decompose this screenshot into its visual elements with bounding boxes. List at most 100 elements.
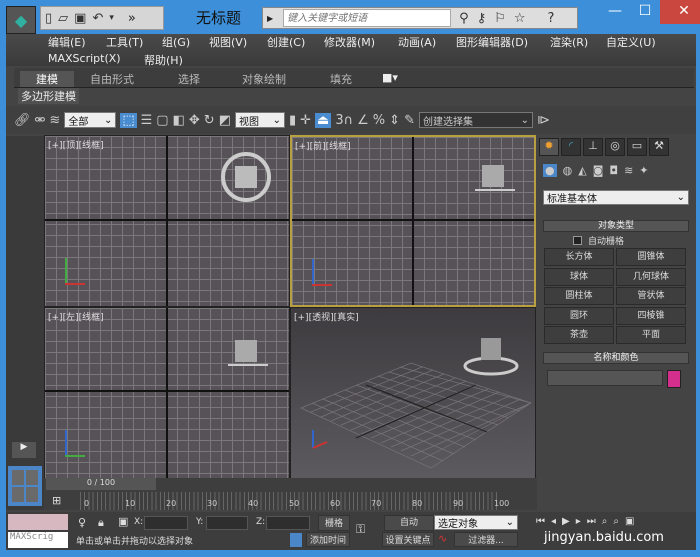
percent-snap-icon[interactable]: % bbox=[373, 113, 385, 128]
edit-named-selection-icon[interactable]: ✎ bbox=[404, 113, 415, 128]
polygon-modeling-panel[interactable]: 多边形建模 bbox=[18, 88, 79, 104]
name-and-color-rollout[interactable]: 名称和颜色 bbox=[543, 352, 689, 364]
z-coordinate-input[interactable] bbox=[266, 516, 310, 530]
absolute-mode-icon[interactable]: ▣ bbox=[118, 515, 128, 528]
select-by-name-icon[interactable]: ☰ bbox=[141, 113, 153, 128]
zoom-extents-icon[interactable]: ▣ bbox=[625, 516, 634, 527]
maxscript-listener-top[interactable] bbox=[8, 514, 68, 530]
filters-button[interactable]: 过滤器... bbox=[454, 532, 518, 547]
go-to-start-icon[interactable]: ⏮ bbox=[536, 516, 545, 527]
play-arrow-icon[interactable]: ▶ bbox=[12, 442, 36, 458]
more-button[interactable]: » bbox=[128, 11, 136, 26]
open-folder-icon[interactable]: ▱ bbox=[58, 11, 68, 26]
star-icon[interactable]: ☆ bbox=[514, 11, 526, 26]
bind-space-warp-icon[interactable]: ≋ bbox=[49, 113, 60, 128]
lock-icon[interactable]: 🔒︎ bbox=[98, 516, 104, 530]
menu-modifiers[interactable]: 修改器(M) bbox=[324, 34, 375, 50]
snap-toggle-icon[interactable]: 3∩ bbox=[335, 113, 353, 128]
y-coordinate-input[interactable] bbox=[206, 516, 248, 530]
isolate-icon[interactable]: ♀ bbox=[78, 516, 86, 529]
maxscript-mini-listener[interactable]: MAXScrig bbox=[8, 532, 68, 548]
tab-freeform[interactable]: 自由形式 bbox=[90, 71, 134, 87]
link-icon[interactable]: 🔗︎ bbox=[14, 113, 31, 128]
save-icon[interactable]: ▣ bbox=[74, 11, 86, 26]
tab-object-paint[interactable]: 对象绘制 bbox=[242, 71, 286, 87]
object-color-swatch[interactable] bbox=[667, 370, 681, 388]
motion-tab-icon[interactable]: ◎ bbox=[605, 138, 625, 156]
add-time-tag-button[interactable]: 添加时间 bbox=[306, 532, 350, 547]
viewport-perspective[interactable]: [+][透视][真实] bbox=[290, 307, 536, 479]
menu-edit[interactable]: 编辑(E) bbox=[48, 34, 86, 50]
rotate-icon[interactable]: ↻ bbox=[204, 113, 215, 128]
cameras-icon[interactable]: ◙ bbox=[593, 164, 604, 177]
create-tab-icon[interactable]: ✹ bbox=[539, 138, 559, 156]
viewport-front[interactable]: [+][前][线框] bbox=[290, 135, 536, 307]
menu-graph-editors[interactable]: 图形编辑器(D) bbox=[456, 34, 528, 50]
category-dropdown[interactable]: 标准基本体 ⌄ bbox=[543, 190, 689, 205]
window-crossing-icon[interactable]: ◧ bbox=[173, 113, 185, 128]
geosphere-button[interactable]: 几何球体 bbox=[616, 268, 686, 286]
object-name-input[interactable] bbox=[547, 370, 663, 386]
teapot-button[interactable]: 茶壶 bbox=[544, 326, 614, 344]
key-icon[interactable]: ⚿ bbox=[356, 522, 365, 537]
menu-group[interactable]: 组(G) bbox=[162, 34, 190, 50]
track-bar-icon[interactable]: ⊞ bbox=[52, 494, 61, 507]
systems-icon[interactable]: ✦ bbox=[639, 164, 648, 177]
time-tag-icon[interactable] bbox=[290, 533, 302, 547]
named-selection-dropdown[interactable]: 创建选择集 ⌄ bbox=[418, 112, 533, 128]
spinner-snap-icon[interactable]: ⇕ bbox=[389, 113, 400, 128]
close-button[interactable]: ✕ bbox=[660, 0, 700, 24]
tab-selection[interactable]: 选择 bbox=[178, 71, 200, 87]
grid-button[interactable]: 栅格 bbox=[318, 515, 350, 531]
select-manipulate-icon[interactable]: ✛ bbox=[300, 113, 311, 128]
key-icon[interactable]: ⚷ bbox=[477, 11, 487, 26]
undo-icon[interactable]: ↶ bbox=[92, 11, 103, 26]
pyramid-button[interactable]: 四棱锥 bbox=[616, 307, 686, 325]
select-object-icon[interactable]: ⬚ bbox=[120, 112, 137, 128]
menu-maxscript[interactable]: MAXScript(X) bbox=[48, 52, 121, 65]
object-type-rollout[interactable]: 对象类型 bbox=[543, 220, 689, 232]
cone-button[interactable]: 圆锥体 bbox=[616, 248, 686, 266]
sphere-button[interactable]: 球体 bbox=[544, 268, 614, 286]
new-file-icon[interactable]: ▯ bbox=[45, 11, 52, 26]
viewport-top[interactable]: [+][顶][线框] bbox=[44, 135, 290, 307]
tab-modeling[interactable]: 建模 bbox=[20, 71, 74, 87]
tab-populate[interactable]: 填充 bbox=[330, 71, 352, 87]
play-icon[interactable]: ▶ bbox=[562, 516, 570, 527]
autogrid-checkbox[interactable] bbox=[573, 236, 582, 245]
selection-filter-dropdown[interactable]: 全部 ⌄ bbox=[64, 112, 117, 128]
set-key-button[interactable]: 设置关键点 bbox=[382, 532, 434, 547]
helpers-icon[interactable]: ◘ bbox=[609, 164, 618, 177]
menu-customize[interactable]: 自定义(U) bbox=[606, 34, 656, 50]
utilities-tab-icon[interactable]: ⚒ bbox=[649, 138, 669, 156]
menu-help[interactable]: 帮助(H) bbox=[144, 52, 183, 68]
geometry-icon[interactable]: ● bbox=[543, 164, 557, 177]
move-icon[interactable]: ✥ bbox=[189, 113, 200, 128]
minimize-button[interactable]: — bbox=[600, 0, 630, 24]
help-icon[interactable]: ? bbox=[548, 11, 555, 26]
zoom-icon[interactable]: ⌕ bbox=[602, 516, 608, 527]
viewport-left[interactable]: [+][左][线框] bbox=[44, 307, 290, 479]
menu-create[interactable]: 创建(C) bbox=[267, 34, 305, 50]
shapes-icon[interactable]: ◍ bbox=[563, 164, 573, 177]
tube-button[interactable]: 管状体 bbox=[616, 287, 686, 305]
reference-coord-dropdown[interactable]: 视图 ⌄ bbox=[234, 112, 285, 128]
application-button[interactable]: ◆ bbox=[6, 6, 36, 34]
key-tangent-icon[interactable]: ∿ bbox=[438, 532, 447, 545]
satellite-icon[interactable]: ⚐ bbox=[494, 11, 506, 26]
angle-snap-icon[interactable]: ∠ bbox=[357, 113, 369, 128]
pivot-center-icon[interactable]: ▮ bbox=[289, 113, 296, 128]
rectangle-selection-icon[interactable]: ▢ bbox=[156, 113, 168, 128]
unlink-icon[interactable]: ⚮ bbox=[35, 113, 46, 128]
x-coordinate-input[interactable] bbox=[144, 516, 188, 530]
hierarchy-tab-icon[interactable]: ⊥ bbox=[583, 138, 603, 156]
box-button[interactable]: 长方体 bbox=[544, 248, 614, 266]
next-frame-icon[interactable]: ▸ bbox=[576, 516, 581, 527]
search-input[interactable] bbox=[283, 9, 452, 27]
mirror-icon[interactable]: ⧐ bbox=[537, 113, 550, 128]
scale-icon[interactable]: ◩ bbox=[219, 113, 231, 128]
display-tab-icon[interactable]: ▭ bbox=[627, 138, 647, 156]
space-warps-icon[interactable]: ≋ bbox=[624, 164, 633, 177]
keyboard-shortcut-override-icon[interactable]: ⏏ bbox=[315, 112, 332, 128]
menu-views[interactable]: 视图(V) bbox=[209, 34, 247, 50]
